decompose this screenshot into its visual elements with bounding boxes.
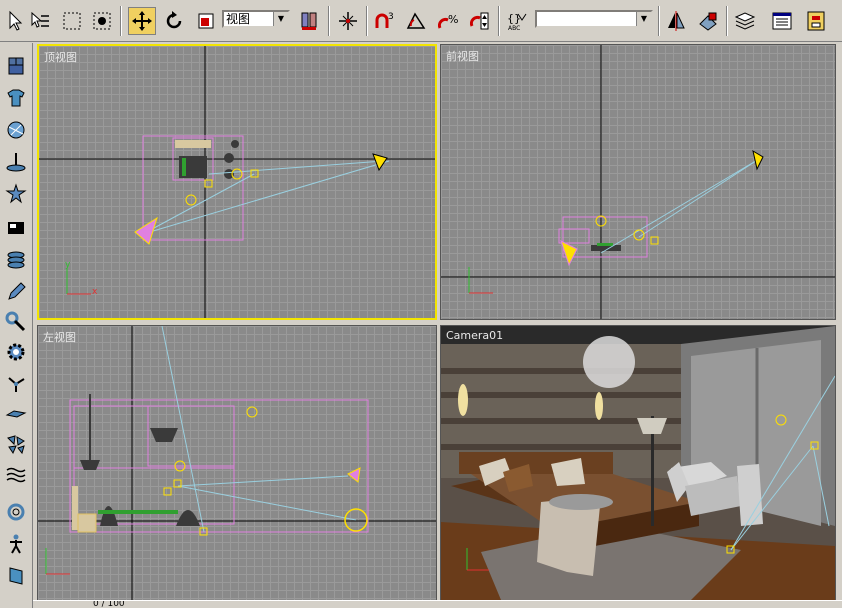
move-icon[interactable] (128, 7, 156, 35)
viewport-camera-label[interactable]: Camera01 (446, 329, 503, 342)
named-selection-set-select[interactable]: ▼ (535, 10, 653, 28)
boxes-icon[interactable] (3, 53, 29, 79)
top-view-scene (39, 46, 435, 318)
axis-y-label: y (65, 260, 71, 270)
scale-icon[interactable] (192, 7, 220, 35)
viewport-top-label[interactable]: 顶视图 (44, 49, 77, 65)
svg-text:%: % (448, 13, 458, 26)
spinner-snap-icon[interactable] (466, 7, 494, 35)
svg-text:{}: {} (507, 12, 521, 25)
viewport-camera[interactable]: Camera01 (440, 325, 836, 601)
viewport-front[interactable]: 前视图 (440, 44, 836, 320)
edit-named-selection-icon[interactable]: {} ABC (503, 7, 531, 35)
snap-3d-icon[interactable]: 3 (370, 7, 398, 35)
frame-counter: 0 / 100 (93, 600, 125, 608)
window-crossing-icon[interactable] (88, 7, 116, 35)
layers-stack-icon[interactable] (3, 247, 29, 273)
mirror-icon[interactable] (662, 7, 690, 35)
region-select-icon[interactable] (58, 7, 86, 35)
schematic-view-icon[interactable] (802, 7, 830, 35)
wrench-icon[interactable] (3, 309, 29, 335)
3dsmax-window: 视图 ▼ 3 % {} ABC ▼ 顶视图 y x 前视图 左视图 Camera… (0, 0, 842, 608)
rotate-icon[interactable] (160, 7, 188, 35)
svg-text:ABC: ABC (508, 25, 520, 32)
star-icon[interactable] (3, 181, 29, 207)
camera-render-scene (441, 326, 835, 600)
select-manipulate-icon[interactable] (334, 7, 362, 35)
reference-coord-select[interactable]: 视图 ▼ (222, 10, 290, 28)
plane-object-icon[interactable] (3, 215, 29, 241)
bird-icon[interactable] (3, 401, 29, 427)
angle-snap-icon[interactable] (402, 7, 430, 35)
chevron-down-icon[interactable]: ▼ (636, 12, 651, 26)
left-view-scene (38, 326, 436, 600)
tool-strip (0, 43, 33, 608)
shirt-icon[interactable] (3, 85, 29, 111)
panel-icon[interactable] (3, 563, 29, 589)
pivot-icon[interactable] (295, 7, 323, 35)
select-by-name-icon[interactable] (26, 7, 54, 35)
svg-text:3: 3 (388, 12, 394, 22)
viewport-left-label[interactable]: 左视图 (43, 329, 76, 345)
wave-icon[interactable] (3, 461, 29, 487)
viewport-left[interactable]: 左视图 (37, 325, 437, 601)
viewport-front-label[interactable]: 前视图 (446, 48, 479, 64)
reference-coord-value: 视图 (226, 12, 251, 26)
chevron-down-icon[interactable]: ▼ (273, 12, 288, 26)
curve-editor-icon[interactable] (768, 7, 796, 35)
viewport-top[interactable]: 顶视图 y x (37, 44, 437, 320)
main-toolbar: 视图 ▼ 3 % {} ABC ▼ (0, 0, 842, 42)
shatter-icon[interactable] (3, 431, 29, 457)
percent-snap-icon[interactable]: % (434, 7, 462, 35)
axis-x-label: x (92, 287, 98, 297)
gear-icon[interactable] (3, 339, 29, 365)
sphere-icon[interactable] (3, 117, 29, 143)
lathe-icon[interactable] (3, 149, 29, 175)
biped-icon[interactable] (3, 531, 29, 557)
front-view-scene (441, 45, 835, 319)
layer-manager-icon[interactable] (731, 7, 759, 35)
align-icon[interactable] (694, 7, 722, 35)
fan-icon[interactable] (3, 371, 29, 397)
torus-knot-icon[interactable] (3, 499, 29, 525)
pencil-icon[interactable] (3, 279, 29, 305)
time-slider[interactable]: 0 / 100 (33, 600, 842, 608)
